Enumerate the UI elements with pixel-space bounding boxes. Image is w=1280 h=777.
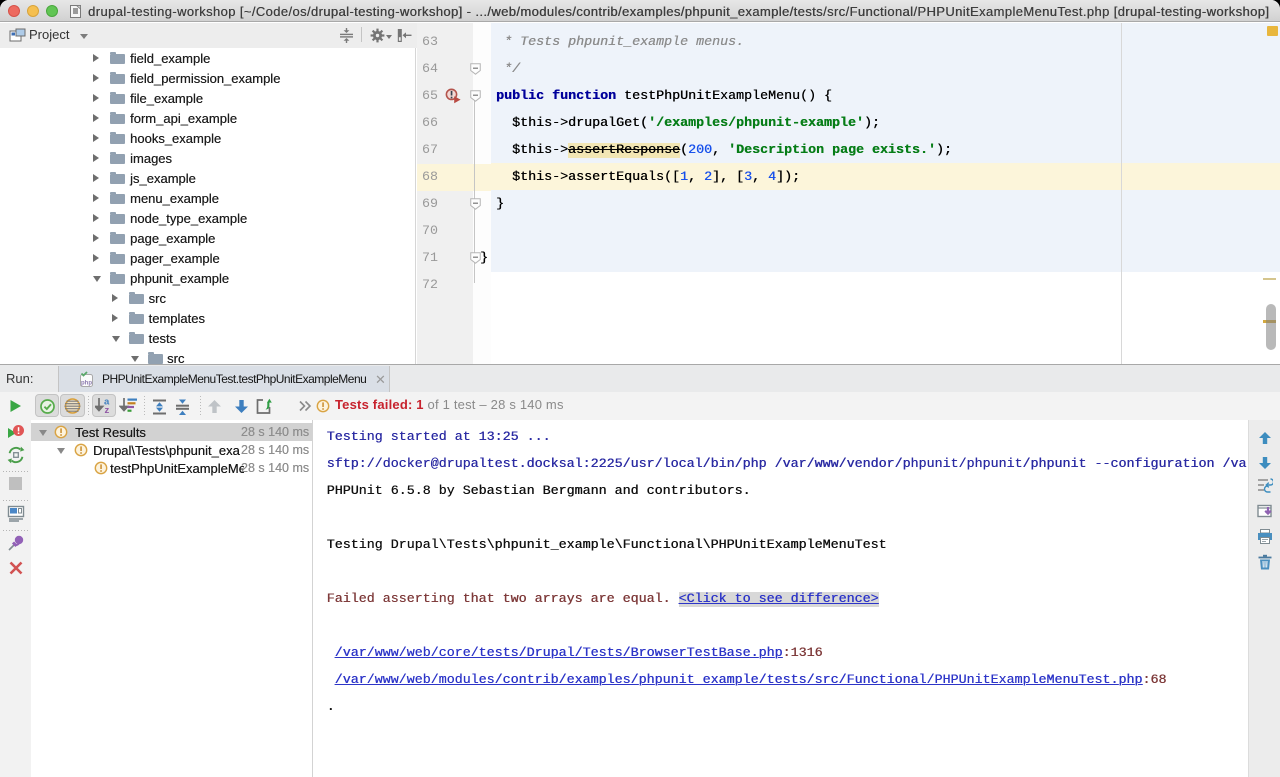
svg-text:php: php — [81, 381, 92, 387]
svg-text:z: z — [105, 405, 110, 414]
